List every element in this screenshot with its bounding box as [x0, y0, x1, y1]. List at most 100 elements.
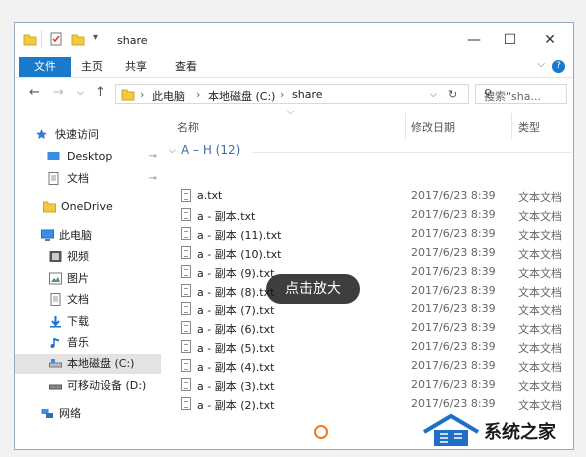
pictures-icon	[49, 272, 62, 285]
minimize-button[interactable]: —	[459, 29, 489, 51]
table-row[interactable]: a - 副本 (9).txt 2017/6/23 8:39 文本文档	[163, 263, 573, 282]
tab-file[interactable]: 文件	[19, 57, 71, 77]
text-file-icon	[181, 264, 191, 278]
file-modified: 2017/6/23 8:39	[411, 226, 496, 240]
file-modified: 2017/6/23 8:39	[411, 302, 496, 316]
customize-toolbar-icon[interactable]: ▾	[93, 32, 98, 43]
file-name: a - 副本 (4).txt	[197, 361, 275, 375]
explorer-window: ▾ share — ☐ ✕ 文件 主页 共享 查看 ⌵ ? ← → ⌵ ↑ › …	[14, 22, 574, 450]
expand-ribbon-icon[interactable]: ⌵	[537, 59, 545, 70]
sidebar-item-label: 网络	[59, 407, 81, 420]
table-row[interactable]: a - 副本 (10).txt 2017/6/23 8:39 文本文档	[163, 244, 573, 263]
group-header[interactable]: A – H (12)	[181, 143, 240, 157]
address-bar[interactable]: › 此电脑 › 本地磁盘 (C:) › share ⌵ ↻	[115, 84, 469, 104]
text-file-icon	[181, 189, 191, 202]
table-row[interactable]: a - 副本 (8).txt 2017/6/23 8:39 文本文档	[163, 282, 573, 301]
breadcrumb-local-disk[interactable]: 本地磁盘 (C:)	[208, 88, 275, 104]
sidebar-item-network[interactable]: 网络	[15, 404, 161, 424]
search-icon[interactable]: ⚲	[484, 87, 561, 100]
table-row[interactable]: a - 副本 (6).txt 2017/6/23 8:39 文本文档	[163, 319, 573, 338]
title-bar: ▾ share — ☐ ✕	[15, 23, 573, 57]
text-file-icon	[181, 283, 191, 297]
file-modified: 2017/6/23 8:39	[411, 359, 496, 373]
table-row[interactable]: a - 副本 (3).txt 2017/6/23 8:39 文本文档	[163, 376, 573, 395]
sidebar-item-label: OneDrive	[61, 200, 113, 213]
file-modified: 2017/6/23 8:39	[411, 264, 496, 278]
removable-drive-icon	[49, 384, 62, 390]
folder-icon	[121, 89, 135, 101]
file-name: a - 副本.txt	[197, 209, 256, 223]
file-name: a - 副本 (5).txt	[197, 342, 275, 356]
table-row[interactable]: a.txt 2017/6/23 8:39 文本文档	[163, 187, 573, 206]
search-input[interactable]: 搜索"sha... ⚲	[475, 84, 567, 104]
breadcrumb-this-pc[interactable]: 此电脑	[152, 88, 185, 104]
text-file-icon	[181, 340, 191, 354]
sidebar-item-label: 音乐	[67, 336, 89, 349]
file-type: 文本文档	[518, 323, 562, 337]
pin-icon[interactable]: ⊸	[149, 169, 157, 189]
folder-icon	[43, 201, 56, 213]
network-icon	[41, 409, 53, 418]
help-icon[interactable]: ?	[552, 60, 565, 73]
up-button[interactable]: ↑	[95, 85, 106, 100]
star-icon	[36, 129, 47, 140]
ribbon-tabs: 文件 主页 共享 查看 ⌵ ?	[15, 57, 573, 78]
sidebar-item-music[interactable]: 音乐	[15, 333, 161, 353]
sidebar-item-onedrive[interactable]: OneDrive	[15, 197, 161, 217]
column-header-modified[interactable]: 修改日期	[411, 119, 455, 135]
documents-icon	[50, 293, 61, 306]
column-divider[interactable]	[511, 113, 512, 139]
sidebar-item-videos[interactable]: 视频	[15, 247, 161, 267]
close-button[interactable]: ✕	[535, 29, 565, 51]
back-button[interactable]: ←	[29, 85, 40, 100]
file-type: 文本文档	[518, 228, 562, 242]
table-row[interactable]: a - 副本.txt 2017/6/23 8:39 文本文档	[163, 206, 573, 225]
address-dropdown-icon[interactable]: ⌵	[430, 90, 437, 100]
zoom-overlay-button[interactable]: 点击放大	[266, 274, 360, 304]
sidebar-item-desktop[interactable]: Desktop ⊸	[15, 147, 161, 167]
column-header-type[interactable]: 类型	[518, 119, 540, 135]
text-file-icon	[181, 245, 191, 259]
navigation-bar: ← → ⌵ ↑ › 此电脑 › 本地磁盘 (C:) › share ⌵ ↻ 搜索…	[15, 81, 573, 107]
drive-icon	[49, 359, 62, 368]
file-type: 文本文档	[518, 342, 562, 356]
divider	[41, 30, 42, 48]
sidebar-item-removable-drive[interactable]: 可移动设备 (D:)	[15, 376, 161, 396]
recent-locations-button[interactable]: ⌵	[77, 88, 84, 98]
file-name: a - 副本 (3).txt	[197, 380, 275, 393]
tab-home[interactable]: 主页	[77, 57, 107, 77]
sidebar-item-this-pc[interactable]: 此电脑	[15, 226, 161, 246]
forward-button[interactable]: →	[53, 85, 64, 100]
pin-icon[interactable]: ⊸	[149, 147, 157, 167]
file-type: 文本文档	[518, 304, 562, 318]
file-modified: 2017/6/23 8:39	[411, 340, 496, 354]
navigation-pane: 快速访问 Desktop ⊸ 文档 ⊸ OneDrive 此电脑 视频 图片 文…	[15, 113, 163, 449]
column-divider[interactable]	[405, 113, 406, 139]
sidebar-item-downloads[interactable]: 下载	[15, 312, 161, 332]
sidebar-item-pictures[interactable]: 图片	[15, 269, 161, 289]
table-row[interactable]: a - 副本 (4).txt 2017/6/23 8:39 文本文档	[163, 357, 573, 376]
sidebar-item-label: 文档	[67, 293, 89, 306]
desktop-icon	[47, 152, 60, 160]
tab-view[interactable]: 查看	[171, 57, 201, 77]
tab-share[interactable]: 共享	[121, 57, 151, 77]
new-folder-icon[interactable]	[71, 32, 85, 46]
refresh-button[interactable]: ↻	[448, 88, 457, 101]
file-name: a - 副本 (10).txt	[197, 247, 282, 261]
sidebar-item-label: 下载	[67, 315, 89, 328]
properties-icon[interactable]	[49, 32, 63, 46]
column-header-name[interactable]: 名称	[177, 119, 199, 135]
sidebar-item-quick-access[interactable]: 快速访问	[15, 125, 161, 145]
sidebar-item-documents-pinned[interactable]: 文档 ⊸	[15, 169, 161, 189]
breadcrumb-share[interactable]: share	[292, 88, 323, 101]
breadcrumb-separator: ›	[140, 88, 145, 101]
text-file-icon	[181, 207, 191, 221]
maximize-button[interactable]: ☐	[495, 29, 525, 51]
table-row[interactable]: a - 副本 (7).txt 2017/6/23 8:39 文本文档	[163, 300, 573, 319]
file-type: 文本文档	[518, 247, 562, 261]
table-row[interactable]: a - 副本 (11).txt 2017/6/23 8:39 文本文档	[163, 225, 573, 244]
sidebar-item-documents[interactable]: 文档	[15, 290, 161, 310]
group-collapse-icon[interactable]: ⌵	[169, 146, 176, 156]
sidebar-item-local-disk[interactable]: 本地磁盘 (C:)	[15, 354, 161, 374]
table-row[interactable]: a - 副本 (5).txt 2017/6/23 8:39 文本文档	[163, 338, 573, 357]
